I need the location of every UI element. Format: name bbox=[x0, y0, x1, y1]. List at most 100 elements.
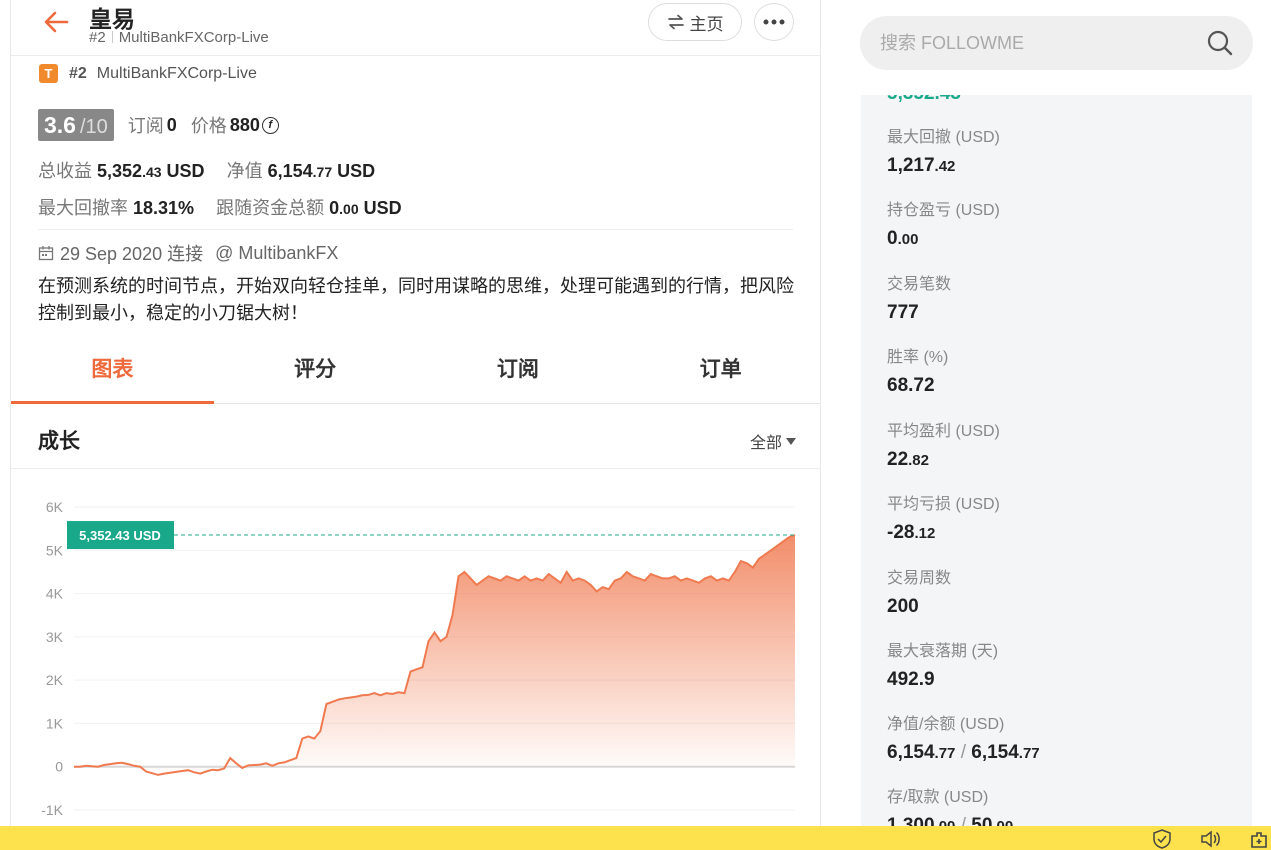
stat-value: 1,217.42 bbox=[887, 155, 956, 176]
y-tick-label: 0 bbox=[55, 759, 63, 775]
account-subline: #2 MultiBankFXCorp-Live bbox=[89, 29, 269, 46]
stat-value: 6,154.77 / 6,154.77 bbox=[887, 742, 1040, 763]
stat-value: 68.72 bbox=[887, 375, 935, 396]
stat-label: 净值/余额 (USD) bbox=[887, 716, 1005, 733]
growth-chart-svg: 6K 5K 4K 3K 2K 1K 0 -1K 5,352.43 USD bbox=[41, 499, 796, 818]
bottom-toolbar bbox=[0, 826, 1271, 850]
stat-label: 胜率 (%) bbox=[887, 349, 949, 366]
stat-label: 平均亏损 (USD) bbox=[887, 496, 1000, 513]
growth-area bbox=[74, 535, 795, 775]
speaker-icon[interactable] bbox=[1199, 829, 1221, 849]
divider bbox=[38, 229, 793, 230]
top-bar: 皇易 #2 MultiBankFXCorp-Live 主页 bbox=[11, 0, 820, 56]
stats-panel: 5,352.43 最大回撤 (USD) 1,217.42 持仓盈亏 (USD) 0.0… bbox=[861, 95, 1252, 850]
follow-funds-value: 0.00 USD bbox=[329, 198, 402, 218]
follow-funds-label: 跟随资金总额 bbox=[216, 198, 325, 218]
broker-handle[interactable]: @ MultibankFX bbox=[215, 243, 338, 264]
account-rank: #2 bbox=[69, 64, 87, 82]
range-value: 全部 bbox=[749, 435, 782, 452]
stat-label: 最大衰落期 (天) bbox=[887, 643, 999, 660]
stat-label: 交易周数 bbox=[887, 570, 952, 587]
stat-label: 最大回撤 (USD) bbox=[887, 129, 1000, 146]
puzzle-icon[interactable] bbox=[1249, 829, 1271, 849]
header-server: MultiBankFXCorp-Live bbox=[118, 29, 269, 46]
stat-label: 持仓盈亏 (USD) bbox=[887, 202, 1000, 219]
more-dots-icon bbox=[763, 19, 785, 25]
y-tick-label: 4K bbox=[46, 586, 64, 602]
subscribe-label: 订阅 bbox=[127, 116, 164, 136]
price-value: 880 bbox=[229, 114, 260, 135]
section-title: 成长 bbox=[38, 430, 80, 453]
growth-chart: 6K 5K 4K 3K 2K 1K 0 -1K 5,352.43 USD bbox=[11, 470, 820, 850]
drawdown-line: 最大回撤率 18.31% 跟随资金总额 0.00 USD bbox=[38, 194, 402, 220]
join-line: 29 Sep 2020 连接 @ MultibankFX bbox=[38, 240, 338, 266]
tab-orders[interactable]: 订单 bbox=[619, 338, 820, 403]
search-icon[interactable] bbox=[1206, 29, 1234, 57]
tab-chart[interactable]: 图表 bbox=[11, 338, 214, 404]
growth-section-header: 成长 全部 bbox=[11, 405, 820, 469]
coin-icon: f bbox=[261, 116, 279, 134]
equity-value: 6,154.77 USD bbox=[267, 161, 376, 181]
shield-check-icon[interactable] bbox=[1151, 829, 1173, 849]
score-badge: 3.6 /10 bbox=[38, 109, 114, 141]
stat-label: 平均盈利 (USD) bbox=[887, 423, 1000, 440]
stat-value: 492.9 bbox=[887, 669, 935, 690]
header-rank: #2 bbox=[89, 29, 106, 46]
y-tick-label: 1K bbox=[46, 715, 64, 731]
stat-item: 交易周数 200 bbox=[887, 564, 951, 618]
trader-badge: T bbox=[39, 64, 58, 83]
stat-value: 777 bbox=[887, 302, 919, 323]
stat-value: -28.12 bbox=[887, 522, 936, 543]
tab-bar: 图表 评分 订阅 订单 bbox=[11, 338, 820, 404]
total-profit-value: 5,352.43 USD bbox=[97, 161, 205, 181]
max-drawdown-label: 最大回撤率 bbox=[38, 198, 128, 218]
stat-item: 平均盈利 (USD) 22.82 bbox=[887, 417, 1000, 471]
profit-line: 总收益 5,352.43 USD 净值 6,154.77 USD bbox=[38, 157, 375, 183]
search-input[interactable] bbox=[880, 30, 1180, 56]
total-profit-label: 总收益 bbox=[38, 161, 92, 181]
swap-icon bbox=[667, 14, 684, 30]
equity-label: 净值 bbox=[226, 161, 263, 181]
tab-rating[interactable]: 评分 bbox=[214, 338, 417, 403]
home-button-label: 主页 bbox=[689, 14, 724, 34]
account-server: MultiBankFXCorp-Live bbox=[96, 64, 257, 82]
stat-item: 交易笔数 777 bbox=[887, 270, 951, 324]
stat-label: 存/取款 (USD) bbox=[887, 789, 989, 806]
stat-label: 交易笔数 bbox=[887, 276, 952, 293]
y-tick-label: 3K bbox=[46, 629, 64, 645]
score-value: 3.6 bbox=[44, 112, 76, 138]
subscribe-count: 0 bbox=[166, 114, 177, 135]
calendar-icon bbox=[38, 246, 54, 261]
stat-item: 最大衰落期 (天) 492.9 bbox=[887, 637, 998, 691]
home-button[interactable]: 主页 bbox=[648, 3, 742, 41]
score-outof: /10 bbox=[79, 116, 108, 138]
stat-item: 最大回撤 (USD) 1,217.42 bbox=[887, 123, 1000, 177]
account-badge-row: T #2 MultiBankFXCorp-Live bbox=[39, 64, 257, 83]
y-tick-label: -1K bbox=[41, 802, 63, 818]
stat-clipped-value: 5,352.43 bbox=[887, 95, 961, 105]
stat-value: 22.82 bbox=[887, 449, 929, 470]
tab-subscribe[interactable]: 订阅 bbox=[417, 338, 620, 403]
range-dropdown[interactable]: 全部 bbox=[750, 429, 796, 453]
caret-down-icon bbox=[786, 437, 796, 445]
y-tick-label: 2K bbox=[46, 672, 64, 688]
stat-item: 净值/余额 (USD) 6,154.77 / 6,154.77 bbox=[887, 710, 1040, 764]
y-tick-label: 5K bbox=[46, 542, 64, 558]
stat-item: 胜率 (%) 68.72 bbox=[887, 343, 948, 397]
main-panel: 皇易 #2 MultiBankFXCorp-Live 主页 T #2 MultiB… bbox=[10, 0, 821, 850]
stat-item: 平均亏损 (USD) -28.12 bbox=[887, 490, 1000, 544]
separator bbox=[111, 31, 113, 43]
price-label: 价格 bbox=[190, 116, 227, 136]
arrow-left-icon bbox=[44, 11, 69, 33]
search-box bbox=[860, 16, 1253, 70]
stat-value: 200 bbox=[887, 596, 919, 617]
y-tick-label: 6K bbox=[46, 499, 64, 515]
stat-item: 持仓盈亏 (USD) 0.00 bbox=[887, 196, 1000, 250]
more-button[interactable] bbox=[754, 3, 794, 41]
current-value-label: 5,352.43 USD bbox=[79, 528, 161, 543]
join-date: 29 Sep 2020 连接 bbox=[60, 244, 204, 264]
max-drawdown-value: 18.31% bbox=[133, 198, 195, 218]
score-row: 3.6 /10 订阅 0 价格 880 f bbox=[38, 109, 279, 141]
back-button[interactable] bbox=[41, 8, 71, 36]
strategy-description: 在预测系统的时间节点，开始双向轻仓挂单，同时用谋略的思维，处理可能遇到的行情，把… bbox=[38, 276, 794, 323]
